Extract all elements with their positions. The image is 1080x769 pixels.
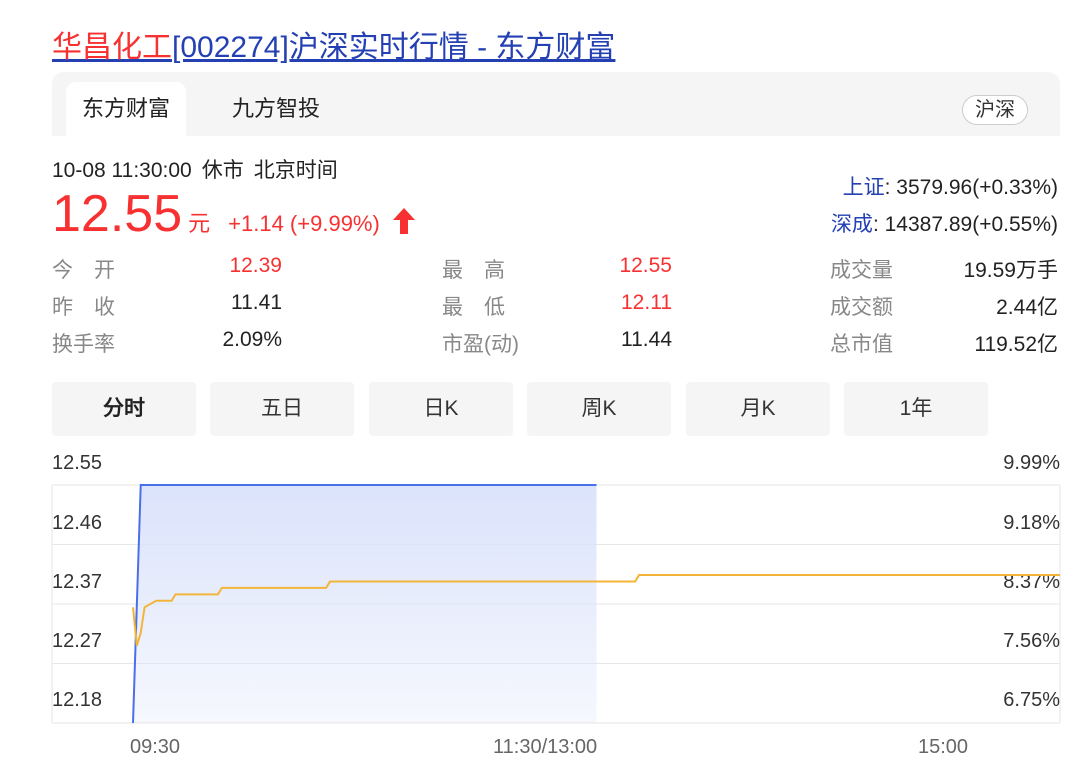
tab-monthly-k[interactable]: 月K (686, 382, 830, 436)
stat-low-value: 12.11 (621, 291, 672, 314)
stat-high-value: 12.55 (619, 254, 672, 277)
stat-open-value: 12.39 (229, 254, 282, 277)
index-shenzhen[interactable]: 深成: 14387.89(+0.55%) (831, 208, 1058, 238)
stat-low-label: 最 低 (442, 296, 505, 319)
market-state: 休市 (201, 159, 244, 182)
stat-turnover-rate-label: 换手率 (52, 333, 115, 356)
timezone-label: 北京时间 (253, 159, 338, 182)
intraday-chart-plot (51, 484, 1061, 724)
tab-five-day[interactable]: 五日 (210, 382, 354, 436)
stat-volume-value: 19.59万手 (963, 259, 1058, 282)
stat-amount-value: 2.44亿 (996, 296, 1058, 319)
index-shanghai-value: : 3579.96(+0.33%) (884, 176, 1058, 199)
index-shenzhen-value: : 14387.89(+0.55%) (872, 213, 1058, 236)
price-row: 12.55 元 +1.14 (+9.99%) (52, 184, 416, 244)
stat-open-label: 今 开 (52, 259, 115, 282)
quote-timestamp: 10-08 11:30:00 休市 北京时间 (52, 154, 338, 184)
stat-amount-label: 成交额 (830, 296, 893, 319)
stat-volume-label: 成交量 (830, 259, 893, 282)
stat-market-cap-label: 总市值 (830, 333, 893, 356)
market-badge[interactable]: 沪深 (962, 95, 1028, 125)
source-tab-bar: 东方财富 九方智投 沪深 (52, 72, 1060, 136)
stat-market-cap-value: 119.52亿 (974, 333, 1058, 356)
x-tick-midday: 11:30/13:00 (493, 736, 598, 758)
tab-jiufang[interactable]: 九方智投 (216, 82, 336, 136)
stat-pe-value: 11.44 (621, 328, 672, 351)
page-title-link[interactable]: 华昌化工[002274]沪深实时行情 - 东方财富 (52, 22, 615, 66)
price-change: +1.14 (+9.99%) (228, 211, 380, 236)
stat-prev-close-label: 昨 收 (52, 296, 115, 319)
up-arrow-icon (392, 208, 415, 234)
tab-eastmoney[interactable]: 东方财富 (66, 82, 187, 136)
price-area-fill (133, 485, 597, 723)
stat-prev-close-value: 11.41 (231, 291, 282, 314)
index-shanghai[interactable]: 上证: 3579.96(+0.33%) (843, 171, 1058, 201)
x-tick-close: 15:00 (918, 736, 969, 758)
tab-intraday[interactable]: 分时 (52, 382, 196, 436)
tab-weekly-k[interactable]: 周K (527, 382, 671, 436)
stock-name-highlight: 华昌化工 (52, 31, 172, 64)
intraday-chart[interactable]: 12.55 12.46 12.37 12.27 12.18 9.99% 9.18… (0, 440, 1080, 769)
quote-stats: 今 开 12.39 昨 收 11.41 换手率 2.09% 最 高 12.55 … (52, 252, 1062, 362)
stat-pe-label: 市盈(动) (442, 333, 519, 356)
stat-turnover-rate-value: 2.09% (222, 328, 282, 351)
stat-high-label: 最 高 (442, 259, 505, 282)
tab-one-year[interactable]: 1年 (844, 382, 988, 436)
quote-datetime: 10-08 11:30:00 (52, 159, 192, 182)
tab-daily-k[interactable]: 日K (369, 382, 513, 436)
page-title-rest: [002274]沪深实时行情 - 东方财富 (172, 31, 616, 64)
index-shanghai-name[interactable]: 上证 (843, 176, 885, 199)
current-price: 12.55 (52, 185, 183, 243)
index-shenzhen-name[interactable]: 深成 (831, 213, 873, 236)
price-unit: 元 (188, 211, 211, 236)
x-tick-open: 09:30 (130, 736, 181, 758)
